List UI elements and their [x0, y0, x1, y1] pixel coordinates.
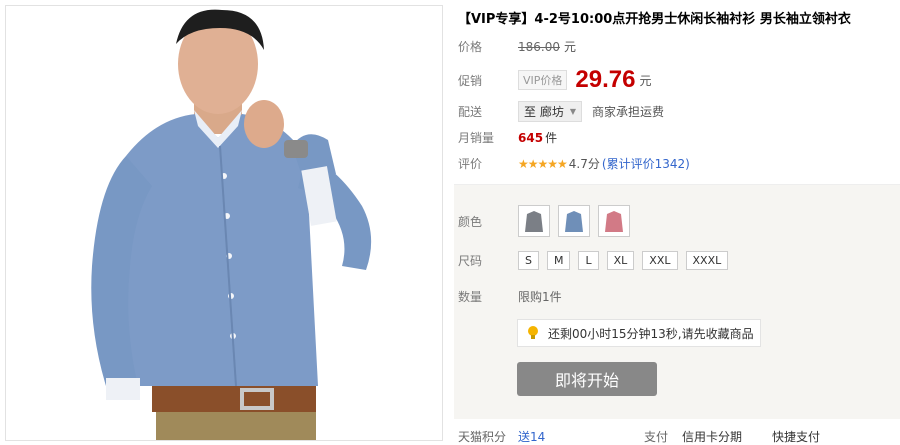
- rating-score: 4.7分: [568, 157, 600, 171]
- size-option-xxl[interactable]: XXL: [642, 251, 678, 270]
- size-option-xl[interactable]: XL: [606, 251, 635, 270]
- bottom-strip: 天猫积分 送14 支付 信用卡分期 快捷支付: [454, 428, 900, 444]
- color-swatch-blue[interactable]: [558, 205, 590, 237]
- promo-row: 促销 VIP价格 29.76 元: [454, 66, 651, 94]
- price-row: 价格 186.00 元: [454, 38, 576, 55]
- color-row: 颜色: [454, 205, 638, 237]
- shirt-icon: [605, 211, 623, 232]
- rating-label: 评价: [458, 157, 483, 171]
- start-soon-button[interactable]: 即将开始: [517, 362, 657, 396]
- product-image[interactable]: [5, 5, 443, 441]
- size-row: 尺码 S M L XL XXL XXXL: [454, 251, 736, 270]
- shirt-model-illustration: [6, 6, 442, 440]
- points-value: 送14: [518, 430, 546, 444]
- size-option-s[interactable]: S: [518, 251, 539, 270]
- destination-value: 至 廊坊: [524, 105, 564, 119]
- points-label: 天猫积分: [458, 430, 507, 444]
- review-count-link[interactable]: (累计评价1342): [602, 155, 690, 172]
- lightbulb-icon: [528, 326, 538, 339]
- price-label: 价格: [458, 40, 483, 54]
- quick-pay[interactable]: 快捷支付: [772, 428, 820, 445]
- chevron-down-icon: ▼: [569, 107, 576, 116]
- countdown-text: 还剩00小时15分钟13秒,请先收藏商品: [548, 326, 754, 341]
- product-info-panel: 【VIP专享】4-2号10:00点开抢男士休闲长袖衬衫 男长袖立领衬衣 价格 1…: [454, 0, 900, 444]
- promo-price: 29.76: [575, 66, 636, 93]
- payment-label: 支付: [644, 430, 669, 444]
- size-label: 尺码: [458, 254, 483, 268]
- shirt-icon: [525, 211, 543, 232]
- ship-label: 配送: [458, 105, 483, 119]
- color-label: 颜色: [458, 214, 483, 229]
- quantity-row: 数量 限购1件: [454, 288, 562, 305]
- credit-installment[interactable]: 信用卡分期: [682, 428, 742, 445]
- ship-row: 配送 至 廊坊 ▼ 商家承担运费: [454, 101, 664, 122]
- sales-count: 645: [518, 130, 544, 145]
- destination-select[interactable]: 至 廊坊 ▼: [518, 101, 582, 122]
- product-title: 【VIP专享】4-2号10:00点开抢男士休闲长袖衬衫 男长袖立领衬衣: [458, 12, 851, 27]
- sales-unit: 件: [545, 131, 558, 145]
- vip-price-badge: VIP价格: [518, 70, 568, 90]
- countdown-reminder: 还剩00小时15分钟13秒,请先收藏商品: [517, 319, 761, 347]
- quantity-label: 数量: [458, 290, 483, 304]
- sales-row: 月销量 645 件: [454, 129, 557, 146]
- size-option-m[interactable]: M: [546, 251, 571, 270]
- star-rating-icon: ★★★★★: [518, 156, 568, 171]
- sku-panel: 颜色 尺码 S M L XL XXL XXXL 数量 限购1件 还剩00小时15…: [454, 184, 900, 419]
- original-price: 186.00: [518, 39, 560, 54]
- sales-label: 月销量: [458, 131, 495, 145]
- rating-row: 评价 ★★★★★ 4.7分 (累计评价1342): [454, 155, 690, 172]
- shipping-note: 商家承担运费: [591, 105, 664, 119]
- size-option-l[interactable]: L: [578, 251, 599, 270]
- price-unit: 元: [564, 40, 577, 54]
- color-swatch-pink[interactable]: [598, 205, 630, 237]
- size-option-xxxl[interactable]: XXXL: [685, 251, 729, 270]
- shirt-icon: [565, 211, 583, 232]
- color-swatch-grey[interactable]: [518, 205, 550, 237]
- promo-label: 促销: [458, 73, 483, 88]
- promo-unit: 元: [639, 73, 652, 88]
- purchase-limit: 限购1件: [518, 290, 562, 304]
